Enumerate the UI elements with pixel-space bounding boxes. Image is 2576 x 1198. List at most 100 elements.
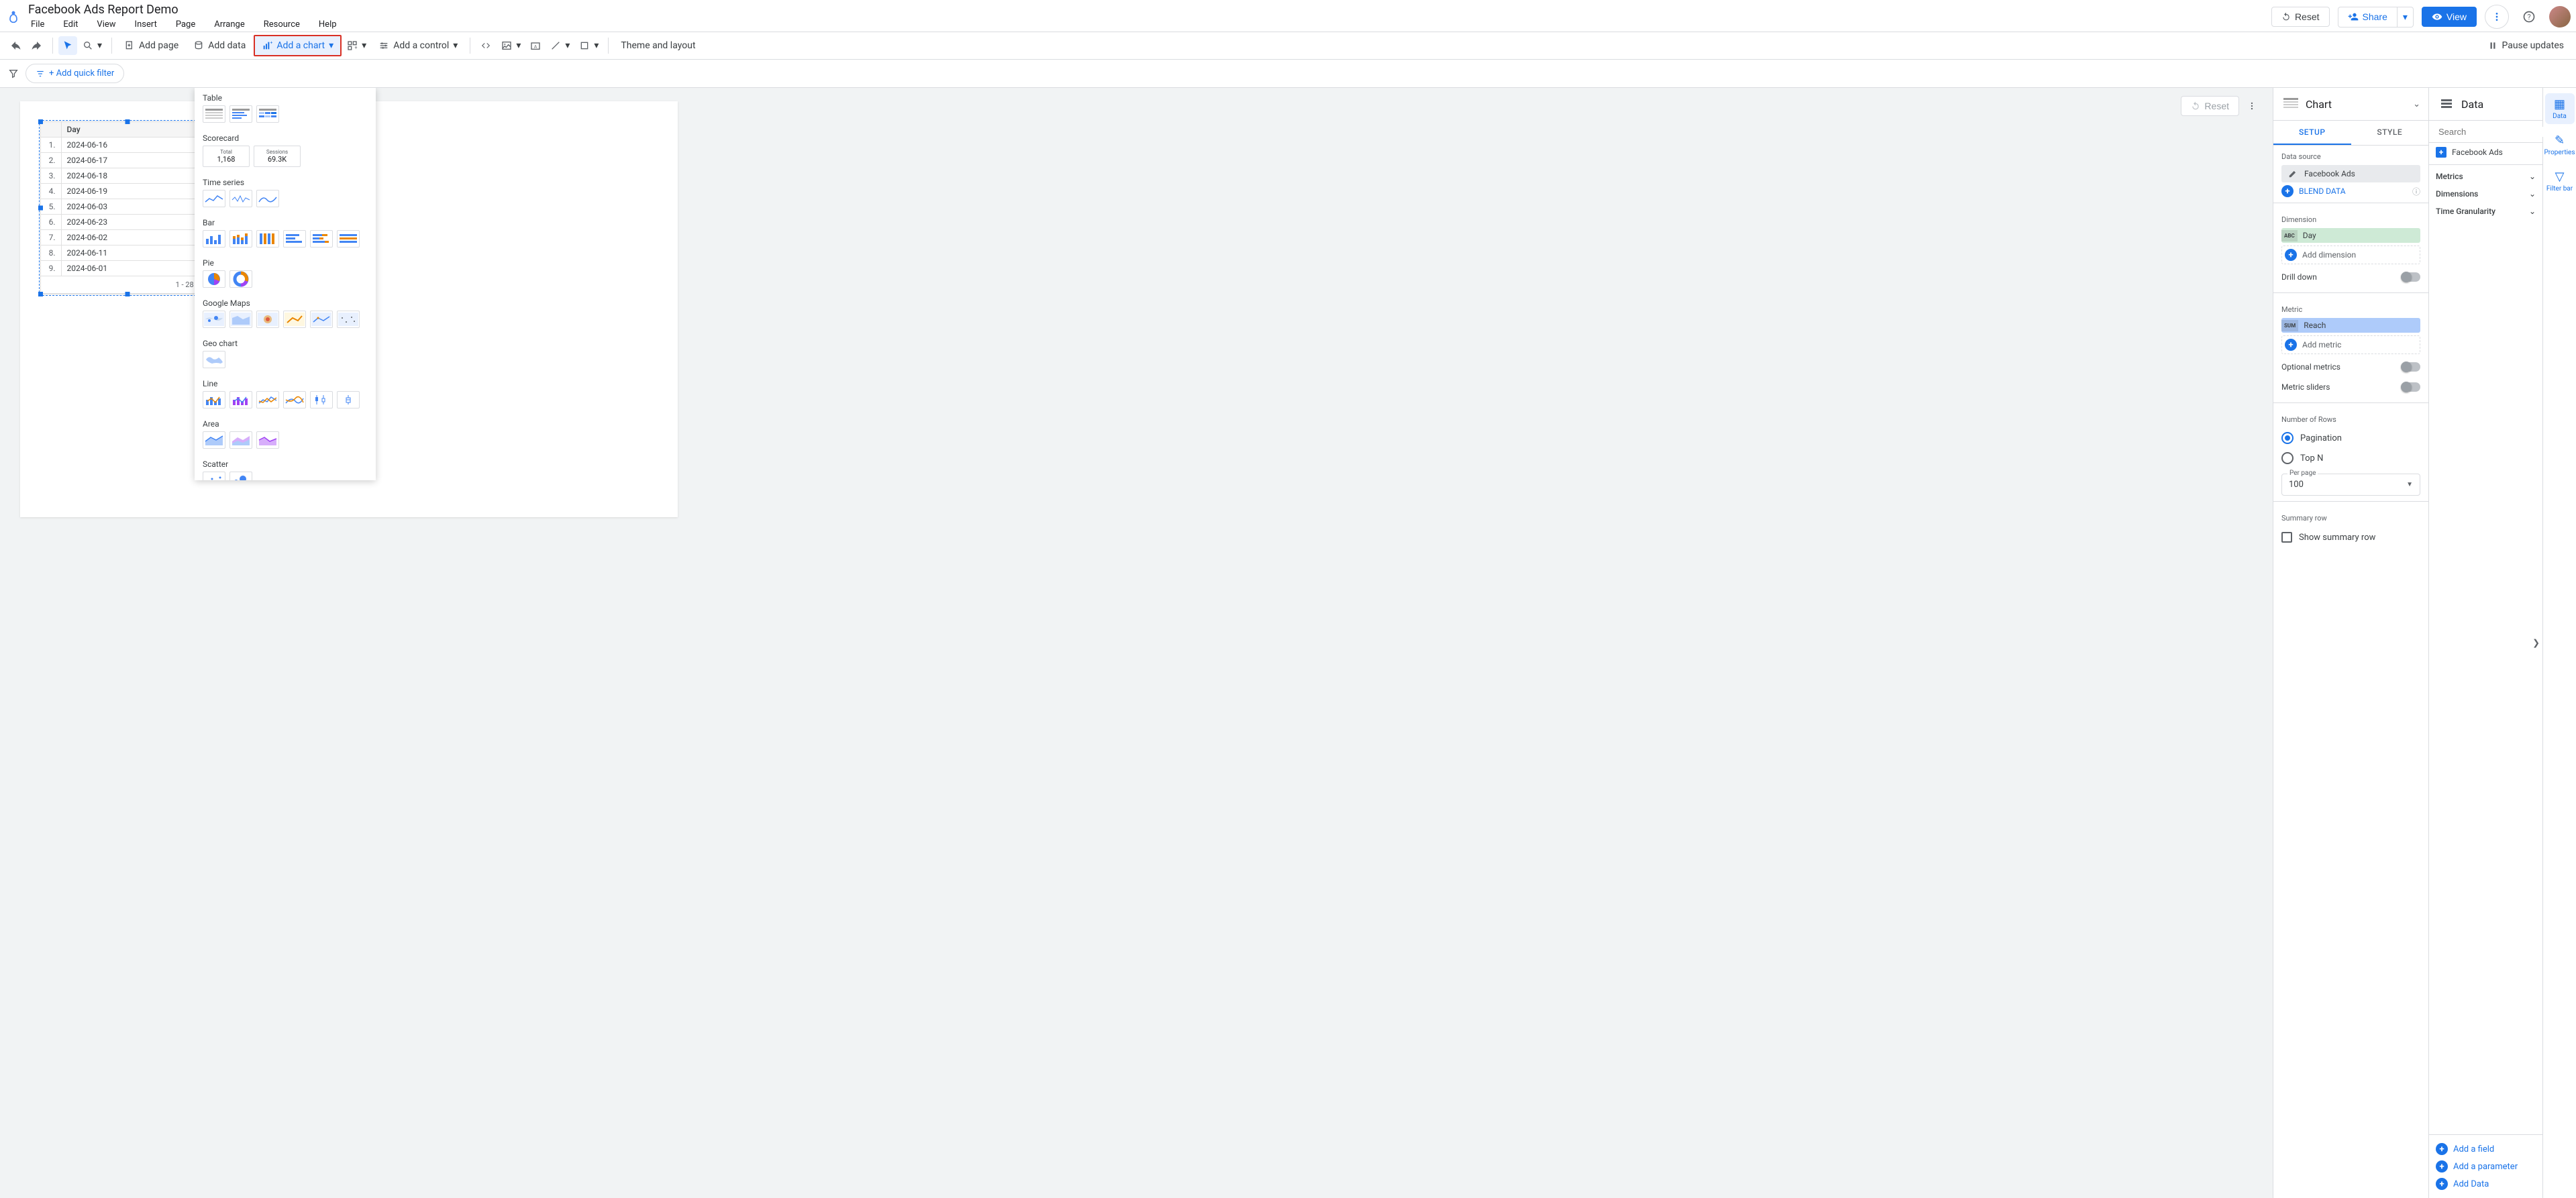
- chart-type-table-bars[interactable]: [229, 105, 252, 123]
- per-page-select[interactable]: Per page 100 ▼: [2281, 474, 2420, 496]
- chart-type-column-100[interactable]: [256, 230, 279, 248]
- menu-insert[interactable]: Insert: [132, 18, 160, 31]
- theme-layout-button[interactable]: Theme and layout: [614, 36, 702, 55]
- table-chart[interactable]: Day 1.2024-06-162.2024-06-173.2024-06-18…: [40, 121, 215, 294]
- blend-help-icon[interactable]: ⓘ: [2412, 186, 2420, 197]
- rail-filter[interactable]: ▽Filter bar: [2545, 166, 2575, 197]
- pause-updates-button[interactable]: Pause updates: [2481, 36, 2571, 55]
- menu-page[interactable]: Page: [173, 18, 198, 31]
- add-metric-button[interactable]: +Add metric: [2281, 335, 2420, 354]
- chart-type-line-multi[interactable]: [256, 391, 279, 409]
- chart-type-bubble[interactable]: [229, 472, 252, 480]
- add-page-button[interactable]: Add page: [117, 36, 185, 55]
- time-granularity-group[interactable]: Time Granularity⌄: [2429, 203, 2542, 220]
- chart-type-line-smooth-multi[interactable]: [283, 391, 306, 409]
- chart-type-area[interactable]: [203, 431, 225, 449]
- table-row[interactable]: 3.2024-06-18: [41, 168, 214, 184]
- chart-type-scorecard[interactable]: Sessions69.3K: [254, 146, 301, 167]
- chart-type-area-stacked[interactable]: [229, 431, 252, 449]
- datasource-facebook-ads[interactable]: +Facebook Ads: [2429, 143, 2542, 162]
- select-tool[interactable]: [58, 36, 77, 55]
- table-row[interactable]: 9.2024-06-01: [41, 261, 214, 276]
- share-dropdown[interactable]: ▾: [2398, 7, 2414, 28]
- menu-view[interactable]: View: [94, 18, 118, 31]
- data-source-chip[interactable]: Facebook Ads: [2281, 165, 2420, 182]
- filter-icon[interactable]: [8, 68, 19, 79]
- add-dimension-button[interactable]: +Add dimension: [2281, 246, 2420, 264]
- table-row[interactable]: 1.2024-06-16: [41, 138, 214, 153]
- text-button[interactable]: A: [526, 36, 545, 55]
- chart-type-scatter[interactable]: [203, 472, 225, 480]
- chart-type-smooth[interactable]: [256, 190, 279, 207]
- chart-type-column-stacked[interactable]: [229, 230, 252, 248]
- optional-metrics-toggle[interactable]: [2402, 362, 2420, 372]
- table-row[interactable]: 7.2024-06-02: [41, 230, 214, 246]
- chart-type-map-bubble[interactable]: [203, 311, 225, 328]
- help-button[interactable]: ?: [2517, 5, 2541, 29]
- chart-type-map-combo[interactable]: [310, 311, 333, 328]
- tab-setup[interactable]: SETUP: [2273, 121, 2351, 145]
- metric-sliders-toggle[interactable]: [2402, 382, 2420, 392]
- table-row[interactable]: 8.2024-06-11: [41, 246, 214, 261]
- chart-type-bar-h-stacked[interactable]: [310, 230, 333, 248]
- collapse-panel-arrow[interactable]: ❯: [2532, 638, 2540, 648]
- view-button[interactable]: View: [2422, 7, 2477, 27]
- chart-type-boxplot[interactable]: [337, 391, 360, 409]
- dimension-day[interactable]: ABCDay: [2281, 228, 2420, 243]
- topn-radio[interactable]: Top N: [2273, 448, 2428, 468]
- chart-type-scorecard[interactable]: Total1,168: [203, 146, 250, 167]
- undo-button[interactable]: [5, 36, 25, 56]
- chart-type-area-100[interactable]: [256, 431, 279, 449]
- chart-type-bar-h-100[interactable]: [337, 230, 360, 248]
- add-field-link[interactable]: +Add a field: [2436, 1140, 2536, 1158]
- app-logo[interactable]: [5, 9, 21, 25]
- metric-reach[interactable]: SUMReach: [2281, 318, 2420, 333]
- chart-type-candlestick[interactable]: [310, 391, 333, 409]
- blend-data-button[interactable]: + BLEND DATA ⓘ: [2281, 185, 2420, 197]
- more-options-button[interactable]: [2485, 5, 2509, 29]
- user-avatar[interactable]: [2549, 6, 2571, 28]
- redo-button[interactable]: [27, 36, 47, 56]
- menu-help[interactable]: Help: [316, 18, 340, 31]
- table-row[interactable]: 5.2024-06-03: [41, 199, 214, 215]
- add-data-button[interactable]: Add data: [187, 36, 252, 55]
- shape-button[interactable]: ▾: [575, 36, 603, 55]
- chart-type-geo[interactable]: [203, 351, 225, 368]
- table-row[interactable]: 2.2024-06-17: [41, 153, 214, 168]
- chart-type-pie[interactable]: [203, 270, 225, 288]
- chart-type-map-line[interactable]: [283, 311, 306, 328]
- table-header-day[interactable]: Day: [61, 122, 214, 138]
- chart-type-table-heatmap[interactable]: [256, 105, 279, 123]
- chart-type-map-filled[interactable]: [229, 311, 252, 328]
- metrics-group[interactable]: Metrics⌄: [2429, 168, 2542, 185]
- document-title[interactable]: Facebook Ads Report Demo: [28, 3, 340, 17]
- canvas-reset-button[interactable]: Reset: [2181, 96, 2239, 116]
- chart-type-column[interactable]: [203, 230, 225, 248]
- table-row[interactable]: 6.2024-06-23: [41, 215, 214, 230]
- chart-type-donut[interactable]: [229, 270, 252, 288]
- chart-type-sparkline[interactable]: [229, 190, 252, 207]
- chart-type-combo[interactable]: [203, 391, 225, 409]
- table-row[interactable]: 4.2024-06-19: [41, 184, 214, 199]
- chart-type-timeseries[interactable]: [203, 190, 225, 207]
- image-button[interactable]: ▾: [497, 36, 525, 55]
- add-parameter-link[interactable]: +Add a parameter: [2436, 1158, 2536, 1175]
- canvas[interactable]: Reset Day 1.2024-06-162.2024-06-173.2024…: [0, 88, 2273, 1198]
- add-data-link[interactable]: +Add Data: [2436, 1175, 2536, 1193]
- chart-type-icon[interactable]: [2281, 95, 2300, 113]
- chart-type-expand[interactable]: ⌄: [2413, 99, 2420, 109]
- community-viz-button[interactable]: + ▾: [343, 36, 370, 55]
- pagination-radio[interactable]: Pagination: [2273, 428, 2428, 448]
- add-quick-filter-button[interactable]: + Add quick filter: [25, 64, 124, 83]
- add-chart-button[interactable]: +Add a chart ▾: [254, 35, 342, 56]
- menu-resource[interactable]: Resource: [261, 18, 303, 31]
- show-summary-checkbox[interactable]: [2281, 532, 2292, 543]
- table-pagination[interactable]: 1 - 28 / 28: [41, 276, 214, 294]
- menu-edit[interactable]: Edit: [60, 18, 81, 31]
- data-search-input[interactable]: [2438, 127, 2557, 137]
- chart-type-table[interactable]: [203, 105, 225, 123]
- dimensions-group[interactable]: Dimensions⌄: [2429, 185, 2542, 203]
- drill-down-toggle[interactable]: [2402, 272, 2420, 282]
- menu-file[interactable]: File: [28, 18, 47, 31]
- chart-type-bar-h[interactable]: [283, 230, 306, 248]
